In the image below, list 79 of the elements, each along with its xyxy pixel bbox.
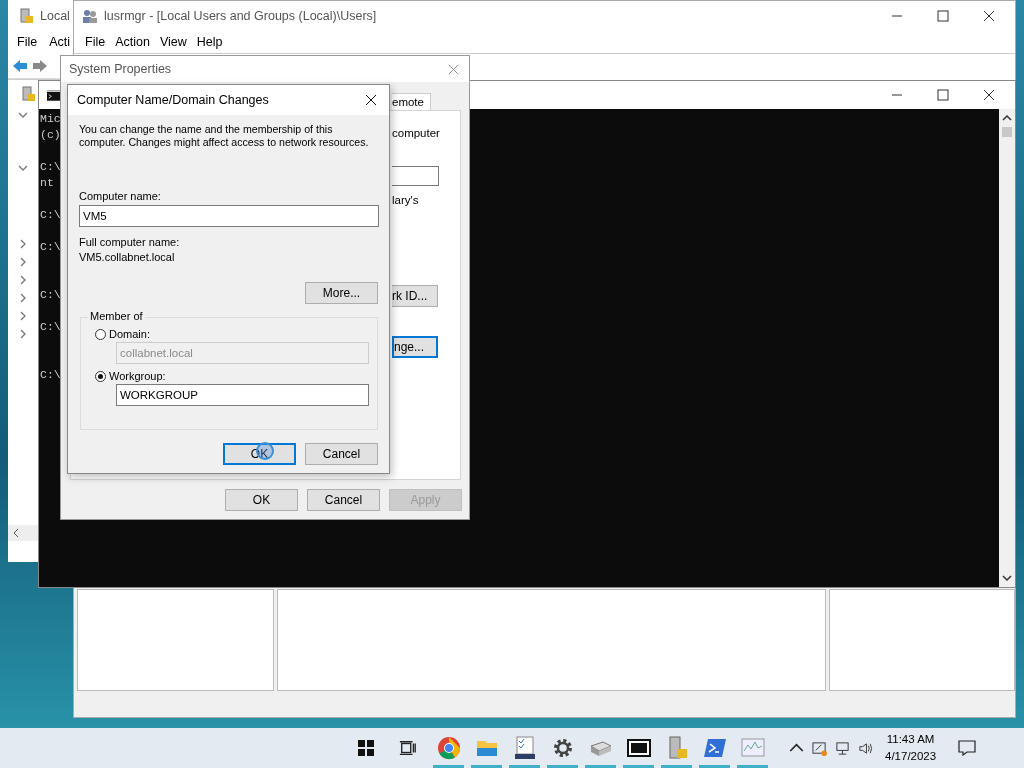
network-id-button[interactable]: rk ID... xyxy=(392,285,438,307)
chevron-right-icon[interactable] xyxy=(18,329,28,339)
chevron-down-icon[interactable] xyxy=(18,163,28,173)
dialog-title: Computer Name/Domain Changes xyxy=(77,93,269,107)
description-text: computer xyxy=(392,127,440,139)
volume-icon[interactable] xyxy=(858,740,873,756)
notification-icon[interactable] xyxy=(958,740,977,756)
start-icon[interactable] xyxy=(356,738,376,758)
powershell-icon xyxy=(702,736,727,760)
menu-item[interactable]: Action xyxy=(110,35,155,49)
window-title: lusrmgr - [Local Users and Groups (Local)\Users] xyxy=(104,9,377,23)
chevron-right-icon[interactable] xyxy=(18,293,28,303)
dialog-button[interactable]: Cancel xyxy=(307,489,380,511)
menu-item[interactable]: Help xyxy=(191,35,228,49)
close-icon[interactable] xyxy=(983,89,995,101)
console-line: C:\ xyxy=(40,159,61,175)
field-label: Full computer name: xyxy=(79,236,181,248)
close-icon[interactable] xyxy=(983,10,995,22)
back-arrow-icon[interactable] xyxy=(12,58,28,74)
scroll-up-icon[interactable] xyxy=(1002,114,1012,122)
terminal-icon xyxy=(47,89,61,101)
radio-label[interactable]: Domain: xyxy=(109,328,150,340)
task-view-icon[interactable] xyxy=(399,739,417,757)
tab[interactable]: emote xyxy=(392,93,431,110)
chevron-down-icon[interactable] xyxy=(18,110,28,120)
window-title: Local xyxy=(40,9,70,23)
maximize-icon[interactable] xyxy=(937,10,949,22)
computer-name-field[interactable]: VM5 xyxy=(79,205,379,227)
menu-item[interactable]: View xyxy=(154,35,192,49)
dialog-button[interactable]: OK xyxy=(225,489,298,511)
console-line: nt xyxy=(40,175,54,191)
scroll-thumb[interactable] xyxy=(1002,127,1012,137)
radio-label[interactable]: Workgroup: xyxy=(109,370,166,382)
group-label: Member of xyxy=(88,310,145,322)
maximize-icon[interactable] xyxy=(937,89,949,101)
console-line: (c) xyxy=(40,127,61,143)
console-line: C:\ xyxy=(40,319,61,335)
chevron-right-icon[interactable] xyxy=(18,275,28,285)
time-text: 11:43 AM xyxy=(886,732,935,747)
archive-icon xyxy=(626,736,651,760)
server-lock-icon xyxy=(20,86,36,102)
server-lock-icon xyxy=(18,8,34,24)
scrollbar[interactable] xyxy=(999,109,1015,587)
network-sync-icon[interactable] xyxy=(812,740,827,756)
radio-button[interactable] xyxy=(95,370,106,382)
change-button[interactable]: nge... xyxy=(392,336,438,358)
scroll-down-icon[interactable] xyxy=(1002,574,1012,582)
console-line: C:\ xyxy=(40,367,61,383)
full-name-text: VM5.collabnet.local xyxy=(79,251,176,263)
chrome-icon xyxy=(436,736,461,760)
radio-button[interactable] xyxy=(95,328,106,340)
checklist-icon xyxy=(512,736,537,760)
scrollbar[interactable] xyxy=(8,525,38,541)
description-text: lary's xyxy=(392,194,419,206)
scroll-left-icon[interactable] xyxy=(12,529,20,537)
menu-item[interactable]: Acti xyxy=(44,35,73,49)
console-line: C:\ xyxy=(40,287,61,303)
input-field[interactable]: WORKGROUP xyxy=(116,384,369,406)
menu-item[interactable]: File xyxy=(80,35,111,49)
chevron-right-icon[interactable] xyxy=(18,257,28,267)
menu-item[interactable]: File xyxy=(12,35,43,49)
chevron-right-icon[interactable] xyxy=(18,311,28,321)
input-field[interactable] xyxy=(392,166,439,186)
dialog-button[interactable]: Cancel xyxy=(305,443,378,465)
chevron-right-icon[interactable] xyxy=(18,239,28,249)
date-text: 4/17/2023 xyxy=(885,749,937,764)
users-icon xyxy=(82,8,98,24)
dialog-title: System Properties xyxy=(69,62,172,76)
description-text: You can change the name and the membership of this computer. Changes might affect access to network resources. xyxy=(79,123,370,149)
console-line: C:\ xyxy=(40,239,61,255)
console-line: Mic xyxy=(40,111,61,127)
field-label: Computer name: xyxy=(79,190,162,202)
console-line: C:\ xyxy=(40,207,61,223)
forward-arrow-icon[interactable] xyxy=(32,58,48,74)
clock[interactable]: 11:43 AM 4/17/2023 xyxy=(885,731,937,765)
more-button[interactable]: More... xyxy=(305,282,378,304)
network-icon[interactable] xyxy=(835,740,850,756)
close-icon[interactable] xyxy=(365,94,377,106)
chart-window-icon xyxy=(740,736,765,760)
